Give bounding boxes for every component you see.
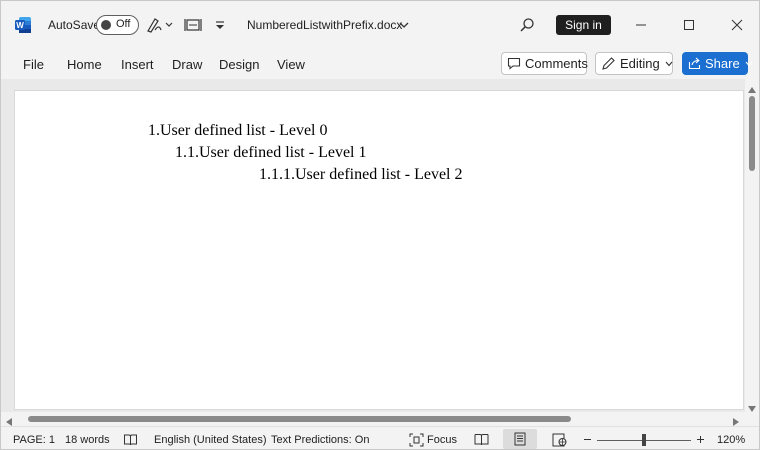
maximize-icon[interactable] bbox=[674, 11, 704, 39]
list-item-level-0[interactable]: 1.User defined list - Level 0 bbox=[148, 122, 328, 140]
tab-home[interactable]: Home bbox=[67, 57, 102, 72]
list-item-level-2[interactable]: 1.1.1.User defined list - Level 2 bbox=[259, 166, 463, 184]
text-predictions-status[interactable]: Text Predictions: On bbox=[271, 434, 369, 446]
share-button[interactable]: Share bbox=[682, 52, 753, 75]
toggle-knob bbox=[101, 20, 111, 30]
horizontal-scrollbar[interactable] bbox=[1, 412, 759, 426]
share-label: Share bbox=[705, 56, 740, 71]
word-logo-icon[interactable]: W bbox=[14, 16, 32, 34]
tab-design[interactable]: Design bbox=[219, 57, 259, 72]
word-window: W AutoSave Off NumberedListwithPrefix.do… bbox=[0, 0, 760, 450]
pencil-icon bbox=[601, 56, 616, 71]
comment-icon bbox=[507, 57, 521, 70]
language-status[interactable]: English (United States) bbox=[154, 434, 267, 446]
zoom-level[interactable]: 120% bbox=[717, 434, 745, 446]
vertical-scrollbar[interactable] bbox=[745, 79, 759, 412]
editing-mode-button[interactable]: Editing bbox=[595, 52, 673, 75]
tab-view[interactable]: View bbox=[277, 57, 305, 72]
zoom-in-icon[interactable] bbox=[696, 432, 705, 447]
title-bar: W AutoSave Off NumberedListwithPrefix.do… bbox=[1, 1, 759, 47]
autosave-state: Off bbox=[116, 18, 131, 30]
page-indicator[interactable]: PAGE: 1 bbox=[13, 434, 55, 446]
proofing-book-icon[interactable] bbox=[123, 432, 138, 447]
scroll-up-icon[interactable] bbox=[748, 82, 756, 96]
print-layout-icon[interactable] bbox=[503, 429, 537, 449]
focus-label[interactable]: Focus bbox=[427, 434, 457, 446]
share-icon bbox=[688, 57, 701, 70]
sign-in-button[interactable]: Sign in bbox=[556, 15, 611, 35]
comments-label: Comments bbox=[525, 56, 588, 71]
document-page[interactable]: 1.User defined list - Level 0 1.1.User d… bbox=[14, 90, 744, 410]
zoom-out-icon[interactable] bbox=[583, 432, 592, 447]
comments-button[interactable]: Comments bbox=[501, 52, 588, 75]
tab-draw[interactable]: Draw bbox=[172, 57, 202, 72]
search-icon[interactable] bbox=[516, 15, 538, 35]
chevron-down-icon bbox=[745, 61, 753, 67]
focus-icon[interactable] bbox=[409, 432, 424, 447]
autosave-label: AutoSave bbox=[48, 18, 101, 32]
svg-text:W: W bbox=[16, 21, 24, 30]
fit-width-icon[interactable] bbox=[182, 15, 204, 35]
web-layout-icon[interactable] bbox=[552, 432, 567, 447]
horizontal-scroll-thumb[interactable] bbox=[28, 416, 571, 422]
status-bar: PAGE: 1 18 words English (United States)… bbox=[1, 426, 759, 449]
read-mode-icon[interactable] bbox=[474, 432, 489, 447]
autosave-toggle[interactable]: Off bbox=[96, 15, 139, 35]
customize-toolbar-icon[interactable] bbox=[211, 15, 229, 35]
chevron-down-icon bbox=[665, 61, 673, 67]
list-item-level-1[interactable]: 1.1.User defined list - Level 1 bbox=[175, 144, 367, 162]
editor-pen-icon[interactable] bbox=[144, 15, 174, 35]
vertical-scroll-thumb[interactable] bbox=[749, 96, 755, 171]
word-count[interactable]: 18 words bbox=[65, 434, 110, 446]
zoom-slider-thumb[interactable] bbox=[642, 434, 646, 446]
tab-file[interactable]: File bbox=[23, 57, 44, 72]
chevron-down-icon[interactable] bbox=[397, 15, 411, 35]
document-canvas[interactable]: 1.User defined list - Level 0 1.1.User d… bbox=[1, 79, 759, 425]
tab-insert[interactable]: Insert bbox=[121, 57, 154, 72]
minimize-icon[interactable] bbox=[626, 11, 656, 39]
document-title[interactable]: NumberedListwithPrefix.docx bbox=[247, 18, 402, 32]
close-icon[interactable] bbox=[722, 11, 752, 39]
editing-label: Editing bbox=[620, 56, 660, 71]
